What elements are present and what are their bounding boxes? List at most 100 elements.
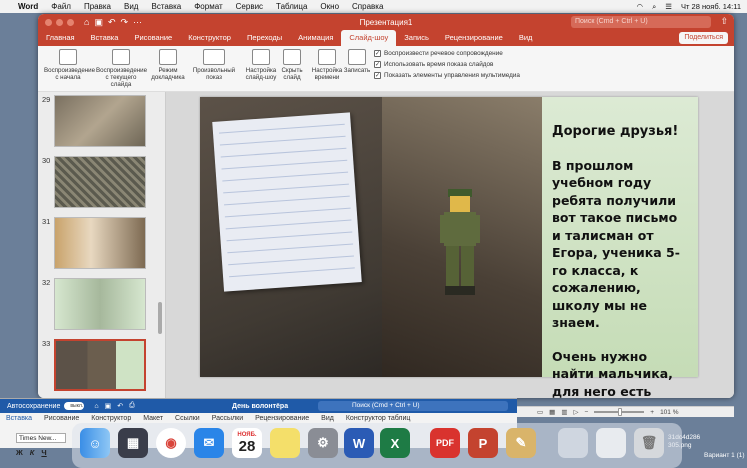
tab-draw[interactable]: Рисование — [126, 30, 180, 46]
custom-show-button[interactable]: Произвольный показ — [192, 49, 236, 81]
bold-button[interactable]: Ж — [16, 448, 23, 457]
tab-record[interactable]: Запись — [396, 30, 437, 46]
tab-home[interactable]: Главная — [38, 30, 83, 46]
current-slide[interactable]: Дорогие друзья! В прошлом учебном году р… — [200, 97, 698, 398]
rehearse-timings-button[interactable]: Настройка времени — [310, 49, 344, 81]
italic-button[interactable]: К — [30, 448, 35, 457]
play-narration-checkbox[interactable]: ✓ Воспроизвести речевое сопровождение — [374, 50, 503, 57]
slide-number: 30 — [42, 156, 51, 165]
menu-format[interactable]: Формат — [194, 2, 222, 11]
share-icon[interactable]: ⇧ — [720, 16, 728, 27]
menu-insert[interactable]: Вставка — [151, 2, 181, 11]
mail-icon[interactable]: ✉ — [194, 428, 224, 458]
normal-view-icon[interactable]: ▭ — [537, 408, 543, 416]
mascot-photo[interactable] — [382, 97, 542, 377]
slide-thumbnail-29[interactable] — [54, 95, 146, 147]
zoom-in-icon[interactable]: + — [650, 409, 654, 416]
ribbon: Воспроизведение с начала Воспроизведение… — [38, 46, 734, 92]
slide-thumbnail-30[interactable] — [54, 156, 146, 208]
tab-transitions[interactable]: Переходы — [239, 30, 290, 46]
save-icon[interactable]: ▣ — [105, 402, 112, 410]
undo-icon[interactable]: ↶ — [117, 402, 123, 410]
hide-slide-button[interactable]: Скрыть слайд — [280, 49, 304, 81]
word-search-input[interactable]: Поиск (Cmd + Ctrl + U) — [318, 401, 508, 411]
slide-text-box[interactable]: Дорогие друзья! В прошлом учебном году р… — [542, 97, 698, 398]
search-icon[interactable]: ⌕ — [652, 2, 656, 12]
letter-photo[interactable] — [200, 97, 382, 377]
print-icon[interactable]: ⎙ — [129, 402, 135, 410]
document-stack-icon[interactable] — [596, 428, 626, 458]
trash-icon[interactable]: 🗑 — [634, 428, 664, 458]
tab-review[interactable]: Рецензирование — [437, 30, 511, 46]
finder-icon[interactable]: ☺ — [80, 428, 110, 458]
clock[interactable]: Чт 28 нояб. 14:11 — [681, 2, 741, 11]
wifi-icon[interactable]: ◠ — [637, 2, 644, 11]
pdf-app-icon[interactable]: PDF — [430, 428, 460, 458]
slide-thumbnail-33[interactable] — [54, 339, 146, 391]
word-tab-insert[interactable]: Вставка — [0, 413, 38, 425]
menu-tools[interactable]: Сервис — [236, 2, 263, 11]
autosave-toggle[interactable]: выкл. — [64, 402, 85, 410]
excel-app-icon[interactable]: X — [380, 428, 410, 458]
underline-button[interactable]: Ч — [41, 448, 46, 457]
presenter-view-button[interactable]: Режим докладчика — [150, 49, 186, 81]
play-icon — [59, 49, 77, 65]
font-select[interactable]: Times New... — [16, 433, 66, 443]
home-icon[interactable]: ⌂ — [84, 17, 89, 28]
zoom-level[interactable]: 101 % — [660, 409, 678, 416]
record-button[interactable]: Записать — [343, 49, 371, 74]
thumbnails-scrollbar[interactable] — [158, 302, 162, 334]
slide-sorter-icon[interactable]: ▦ — [549, 408, 555, 416]
play-current-icon — [112, 49, 130, 65]
tab-view[interactable]: Вид — [511, 30, 541, 46]
custom-show-icon — [203, 49, 225, 65]
save-icon[interactable]: ▣ — [94, 17, 103, 28]
menu-file[interactable]: Файл — [51, 2, 71, 11]
show-media-controls-checkbox[interactable]: ✓ Показать элементы управления мультимеди… — [374, 72, 520, 79]
control-center-icon[interactable]: ☰ — [665, 2, 672, 11]
launchpad-icon[interactable]: ▦ — [118, 428, 148, 458]
menu-table[interactable]: Таблица — [276, 2, 307, 11]
menu-app-name[interactable]: Word — [18, 2, 38, 11]
menu-edit[interactable]: Правка — [84, 2, 111, 11]
zoom-slider[interactable] — [594, 408, 645, 416]
tab-insert[interactable]: Вставка — [83, 30, 127, 46]
slide-number: 33 — [42, 339, 51, 348]
menu-window[interactable]: Окно — [320, 2, 339, 11]
minimize-button[interactable] — [56, 18, 63, 26]
word-app-icon[interactable]: W — [344, 428, 374, 458]
calendar-icon[interactable]: НОЯБ. 28 — [232, 428, 262, 458]
undo-icon[interactable]: ↶ — [108, 17, 116, 28]
zoom-button[interactable] — [67, 18, 74, 26]
redo-icon[interactable]: ↷ — [121, 17, 129, 28]
setup-slideshow-button[interactable]: Настройка слайд-шоу — [244, 49, 278, 81]
search-input[interactable]: Поиск (Cmd + Ctrl + U) — [571, 16, 711, 28]
home-icon[interactable]: ⌂ — [94, 403, 98, 410]
slide-thumbnail-32[interactable] — [54, 278, 146, 330]
close-button[interactable] — [45, 18, 52, 26]
menu-help[interactable]: Справка — [352, 2, 383, 11]
paint-app-icon[interactable]: ✎ — [506, 428, 536, 458]
word-doc-title[interactable]: День волонтёра — [232, 403, 288, 410]
zoom-out-icon[interactable]: − — [584, 409, 588, 416]
slide-thumbnail-31[interactable] — [54, 217, 146, 269]
downloads-stack-icon[interactable] — [558, 428, 588, 458]
share-button[interactable]: Поделиться — [679, 32, 728, 44]
ppt-titlebar: ⌂ ▣ ↶ ↷ ··· Презентация1 Поиск (Cmd + Ct… — [38, 14, 734, 30]
record-icon — [348, 49, 366, 65]
tab-slideshow[interactable]: Слайд-шоу — [341, 30, 397, 46]
menu-view[interactable]: Вид — [124, 2, 138, 11]
reading-view-icon[interactable]: ▥ — [561, 408, 567, 416]
settings-icon[interactable]: ⚙ — [308, 428, 338, 458]
desktop-file-label-2[interactable]: Вариант 1 (1) — [704, 452, 745, 459]
tab-design[interactable]: Конструктор — [180, 30, 239, 46]
tab-animations[interactable]: Анимация — [290, 30, 341, 46]
notes-icon[interactable] — [270, 428, 300, 458]
powerpoint-app-icon[interactable]: P — [468, 428, 498, 458]
play-from-start-button[interactable]: Воспроизведение с начала — [44, 49, 95, 81]
more-icon[interactable]: ··· — [133, 17, 142, 28]
use-timings-checkbox[interactable]: ✓ Использовать время показа слайдов — [374, 61, 493, 68]
play-from-current-button[interactable]: Воспроизведение с текущего слайда — [96, 49, 147, 88]
chrome-icon[interactable]: ◉ — [156, 428, 186, 458]
slideshow-view-icon[interactable]: ▷ — [573, 408, 578, 416]
